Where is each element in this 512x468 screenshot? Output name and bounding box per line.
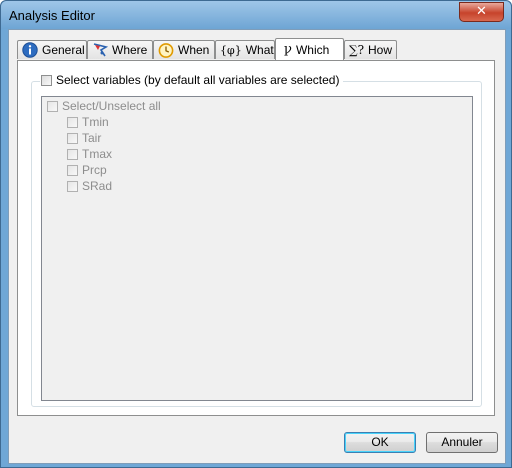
select-all-item: Select/Unselect all bbox=[47, 99, 161, 113]
info-icon bbox=[22, 42, 38, 58]
variable-item: SRad bbox=[67, 179, 112, 193]
title-bar[interactable]: Analysis Editor ✕ bbox=[1, 1, 511, 29]
variable-item: Prcp bbox=[67, 163, 107, 177]
tab-where-label: Where bbox=[112, 43, 148, 57]
select-all-checkbox bbox=[47, 100, 58, 112]
select-all-label: Select/Unselect all bbox=[62, 99, 161, 113]
select-variables-checkbox[interactable] bbox=[41, 74, 52, 86]
variable-checkbox bbox=[67, 180, 78, 192]
variable-label: Tmax bbox=[82, 147, 112, 161]
clock-icon bbox=[158, 42, 174, 58]
which-tab-panel: Select variables (by default all variabl… bbox=[17, 60, 495, 416]
select-variables-group: Select variables (by default all variabl… bbox=[31, 73, 482, 407]
close-button[interactable]: ✕ bbox=[459, 2, 504, 22]
tab-which[interactable]: ꝩ Which bbox=[275, 38, 344, 60]
tab-how[interactable]: ∑? How bbox=[344, 40, 397, 59]
select-variables-option[interactable]: Select variables (by default all variabl… bbox=[40, 73, 344, 87]
variables-list: Select/Unselect all Tmin Tair Tmax Prcp … bbox=[41, 96, 473, 401]
variable-label: Tmin bbox=[82, 115, 109, 129]
cancel-button[interactable]: Annuler bbox=[426, 432, 498, 453]
close-icon: ✕ bbox=[476, 4, 487, 19]
ok-button[interactable]: OK bbox=[344, 432, 416, 453]
select-variables-label: Select variables (by default all variabl… bbox=[56, 73, 340, 87]
tab-what[interactable]: {φ} What bbox=[215, 40, 275, 59]
variable-label: Tair bbox=[82, 131, 102, 145]
variable-checkbox bbox=[67, 148, 78, 160]
tab-general[interactable]: General bbox=[17, 40, 87, 59]
variable-item: Tair bbox=[67, 131, 101, 145]
variable-checkbox bbox=[67, 116, 78, 128]
tab-what-label: What bbox=[245, 43, 274, 57]
window-title: Analysis Editor bbox=[9, 8, 95, 23]
variable-item: Tmin bbox=[67, 115, 109, 129]
tab-when[interactable]: When bbox=[153, 40, 215, 59]
dialog-client-area: General Where When {φ} What ꝩ Which ∑? H… bbox=[8, 29, 506, 464]
which-symbol-icon: ꝩ bbox=[284, 42, 292, 57]
variable-label: SRad bbox=[82, 179, 113, 193]
tab-general-label: General bbox=[42, 43, 85, 57]
analysis-editor-window: Analysis Editor ✕ General Where When {φ}… bbox=[0, 0, 512, 468]
variable-checkbox bbox=[67, 132, 78, 144]
variable-checkbox bbox=[67, 164, 78, 176]
tab-where[interactable]: Where bbox=[87, 40, 153, 59]
tab-when-label: When bbox=[178, 43, 210, 57]
variable-label: Prcp bbox=[82, 163, 107, 177]
phi-braces-icon: {φ} bbox=[220, 43, 242, 57]
tab-which-label: Which bbox=[295, 42, 330, 57]
tab-how-label: How bbox=[368, 43, 393, 57]
variable-item: Tmax bbox=[67, 147, 112, 161]
sigma-icon: ∑? bbox=[349, 43, 364, 57]
map-flag-icon bbox=[92, 42, 109, 58]
